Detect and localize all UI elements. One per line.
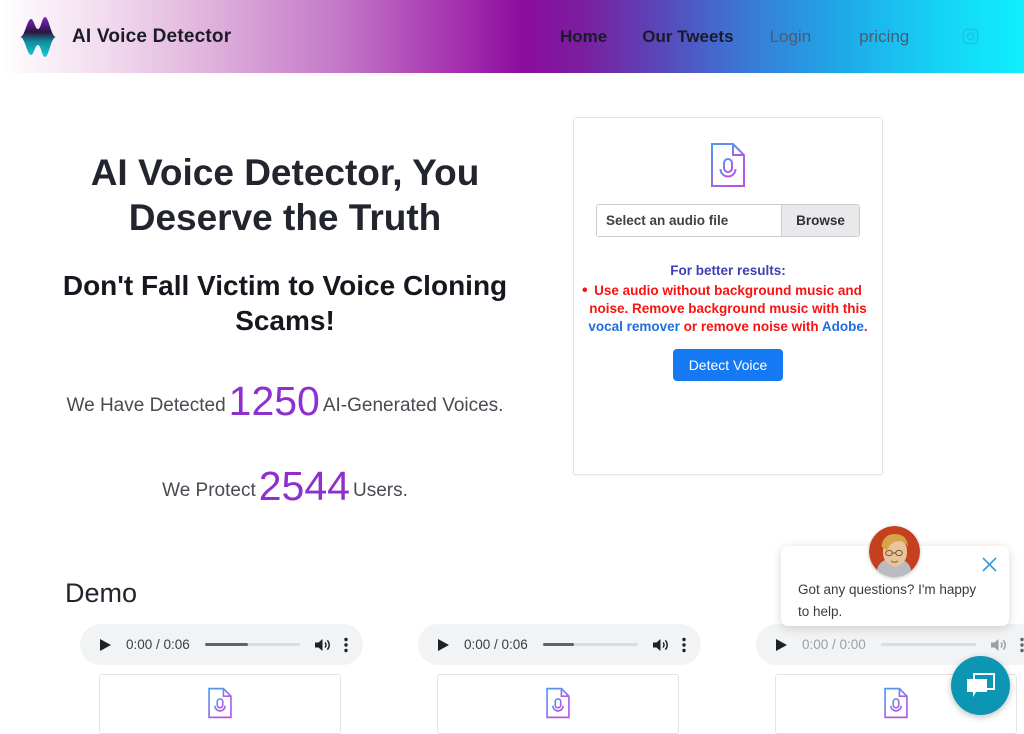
player-time-3: 0:00 / 0:00 xyxy=(802,637,866,652)
bullet-icon: • xyxy=(582,282,588,299)
brand-title: AI Voice Detector xyxy=(72,25,232,47)
agent-avatar[interactable] xyxy=(869,526,920,577)
stat-protected-users: We Protect2544 Users. xyxy=(0,463,570,510)
player-progress-3[interactable] xyxy=(880,643,976,646)
stat-detected-prefix: We Have Detected xyxy=(66,395,226,417)
demo-file-card-2 xyxy=(437,674,679,734)
player-progress-fill-2 xyxy=(542,643,575,646)
tips-block: For better results: • Use audio without … xyxy=(574,263,882,335)
more-options-icon[interactable] xyxy=(682,637,686,653)
hero-section: AI Voice Detector, You Deserve the Truth… xyxy=(0,150,570,510)
tip-line-2-c: . xyxy=(863,318,868,334)
chat-launcher-button[interactable] xyxy=(951,656,1010,715)
nav-link-pricing[interactable]: pricing xyxy=(859,27,909,47)
site-header: AI Voice Detector Home Our Tweets Login … xyxy=(0,0,1024,73)
hero-subtitle: Don't Fall Victim to Voice Cloning Scams… xyxy=(62,270,508,337)
stat-protected-prefix: We Protect xyxy=(162,480,256,502)
volume-icon[interactable] xyxy=(990,637,1008,653)
more-options-icon[interactable] xyxy=(1020,637,1024,653)
tips-body: • Use audio without background music and… xyxy=(582,282,868,335)
stat-detected-suffix: AI-Generated Voices. xyxy=(322,395,504,417)
player-progress-fill-1 xyxy=(204,643,248,646)
play-icon[interactable] xyxy=(436,638,450,652)
chat-greeting-text: Got any questions? I'm happy to help. xyxy=(798,582,977,620)
chat-bubble-icon xyxy=(967,673,995,697)
audio-file-icon xyxy=(711,143,745,187)
instagram-icon[interactable] xyxy=(961,27,980,46)
nav-link-home[interactable]: Home xyxy=(560,27,607,47)
tip-line-2-a: Remove background music with this xyxy=(631,300,867,316)
page-title: AI Voice Detector, You Deserve the Truth xyxy=(90,152,480,239)
audio-player-2[interactable]: 0:00 / 0:06 xyxy=(418,624,701,665)
audio-player-1[interactable]: 0:00 / 0:06 xyxy=(80,624,363,665)
agent-avatar-image xyxy=(869,526,920,577)
more-options-icon[interactable] xyxy=(344,637,348,653)
demo-heading: Demo xyxy=(65,578,138,608)
player-time-2: 0:00 / 0:06 xyxy=(464,637,528,652)
nav-link-our-tweets[interactable]: Our Tweets xyxy=(642,27,733,47)
browse-button[interactable]: Browse xyxy=(781,205,859,236)
nav-link-login[interactable]: Login xyxy=(770,27,812,47)
audio-file-icon xyxy=(208,687,232,719)
player-progress-2[interactable] xyxy=(542,643,638,646)
audio-file-icon xyxy=(546,687,570,719)
logo-group[interactable]: AI Voice Detector xyxy=(18,15,231,59)
upload-icon-wrap xyxy=(574,142,882,188)
stat-protected-count: 2544 xyxy=(258,463,350,510)
play-icon[interactable] xyxy=(774,638,788,652)
upload-card: Select an audio file Browse For better r… xyxy=(573,117,883,475)
main-nav: Home Our Tweets Login pricing xyxy=(560,0,980,73)
stat-detected-count: 1250 xyxy=(228,378,320,425)
volume-icon[interactable] xyxy=(314,637,332,653)
file-input-row[interactable]: Select an audio file Browse xyxy=(596,204,860,237)
stat-detected-voices: We Have Detected1250 AI-Generated Voices. xyxy=(0,378,570,425)
player-time-1: 0:00 / 0:06 xyxy=(126,637,190,652)
audio-file-icon xyxy=(884,687,908,719)
tips-heading: For better results: xyxy=(670,263,786,278)
close-icon[interactable] xyxy=(981,556,998,573)
play-icon[interactable] xyxy=(98,638,112,652)
volume-icon[interactable] xyxy=(652,637,670,653)
audio-file-input[interactable]: Select an audio file xyxy=(597,205,781,236)
demo-file-card-1 xyxy=(99,674,341,734)
instagram-glyph xyxy=(962,28,979,45)
tip-line-2-b: or remove noise with xyxy=(679,318,822,334)
detect-voice-button[interactable]: Detect Voice xyxy=(672,349,784,382)
vocal-remover-link[interactable]: vocal remover xyxy=(588,319,680,334)
adobe-link[interactable]: Adobe xyxy=(822,319,864,334)
player-progress-1[interactable] xyxy=(204,643,300,646)
stat-protected-suffix: Users. xyxy=(352,480,408,502)
waveform-logo-icon xyxy=(20,16,56,57)
